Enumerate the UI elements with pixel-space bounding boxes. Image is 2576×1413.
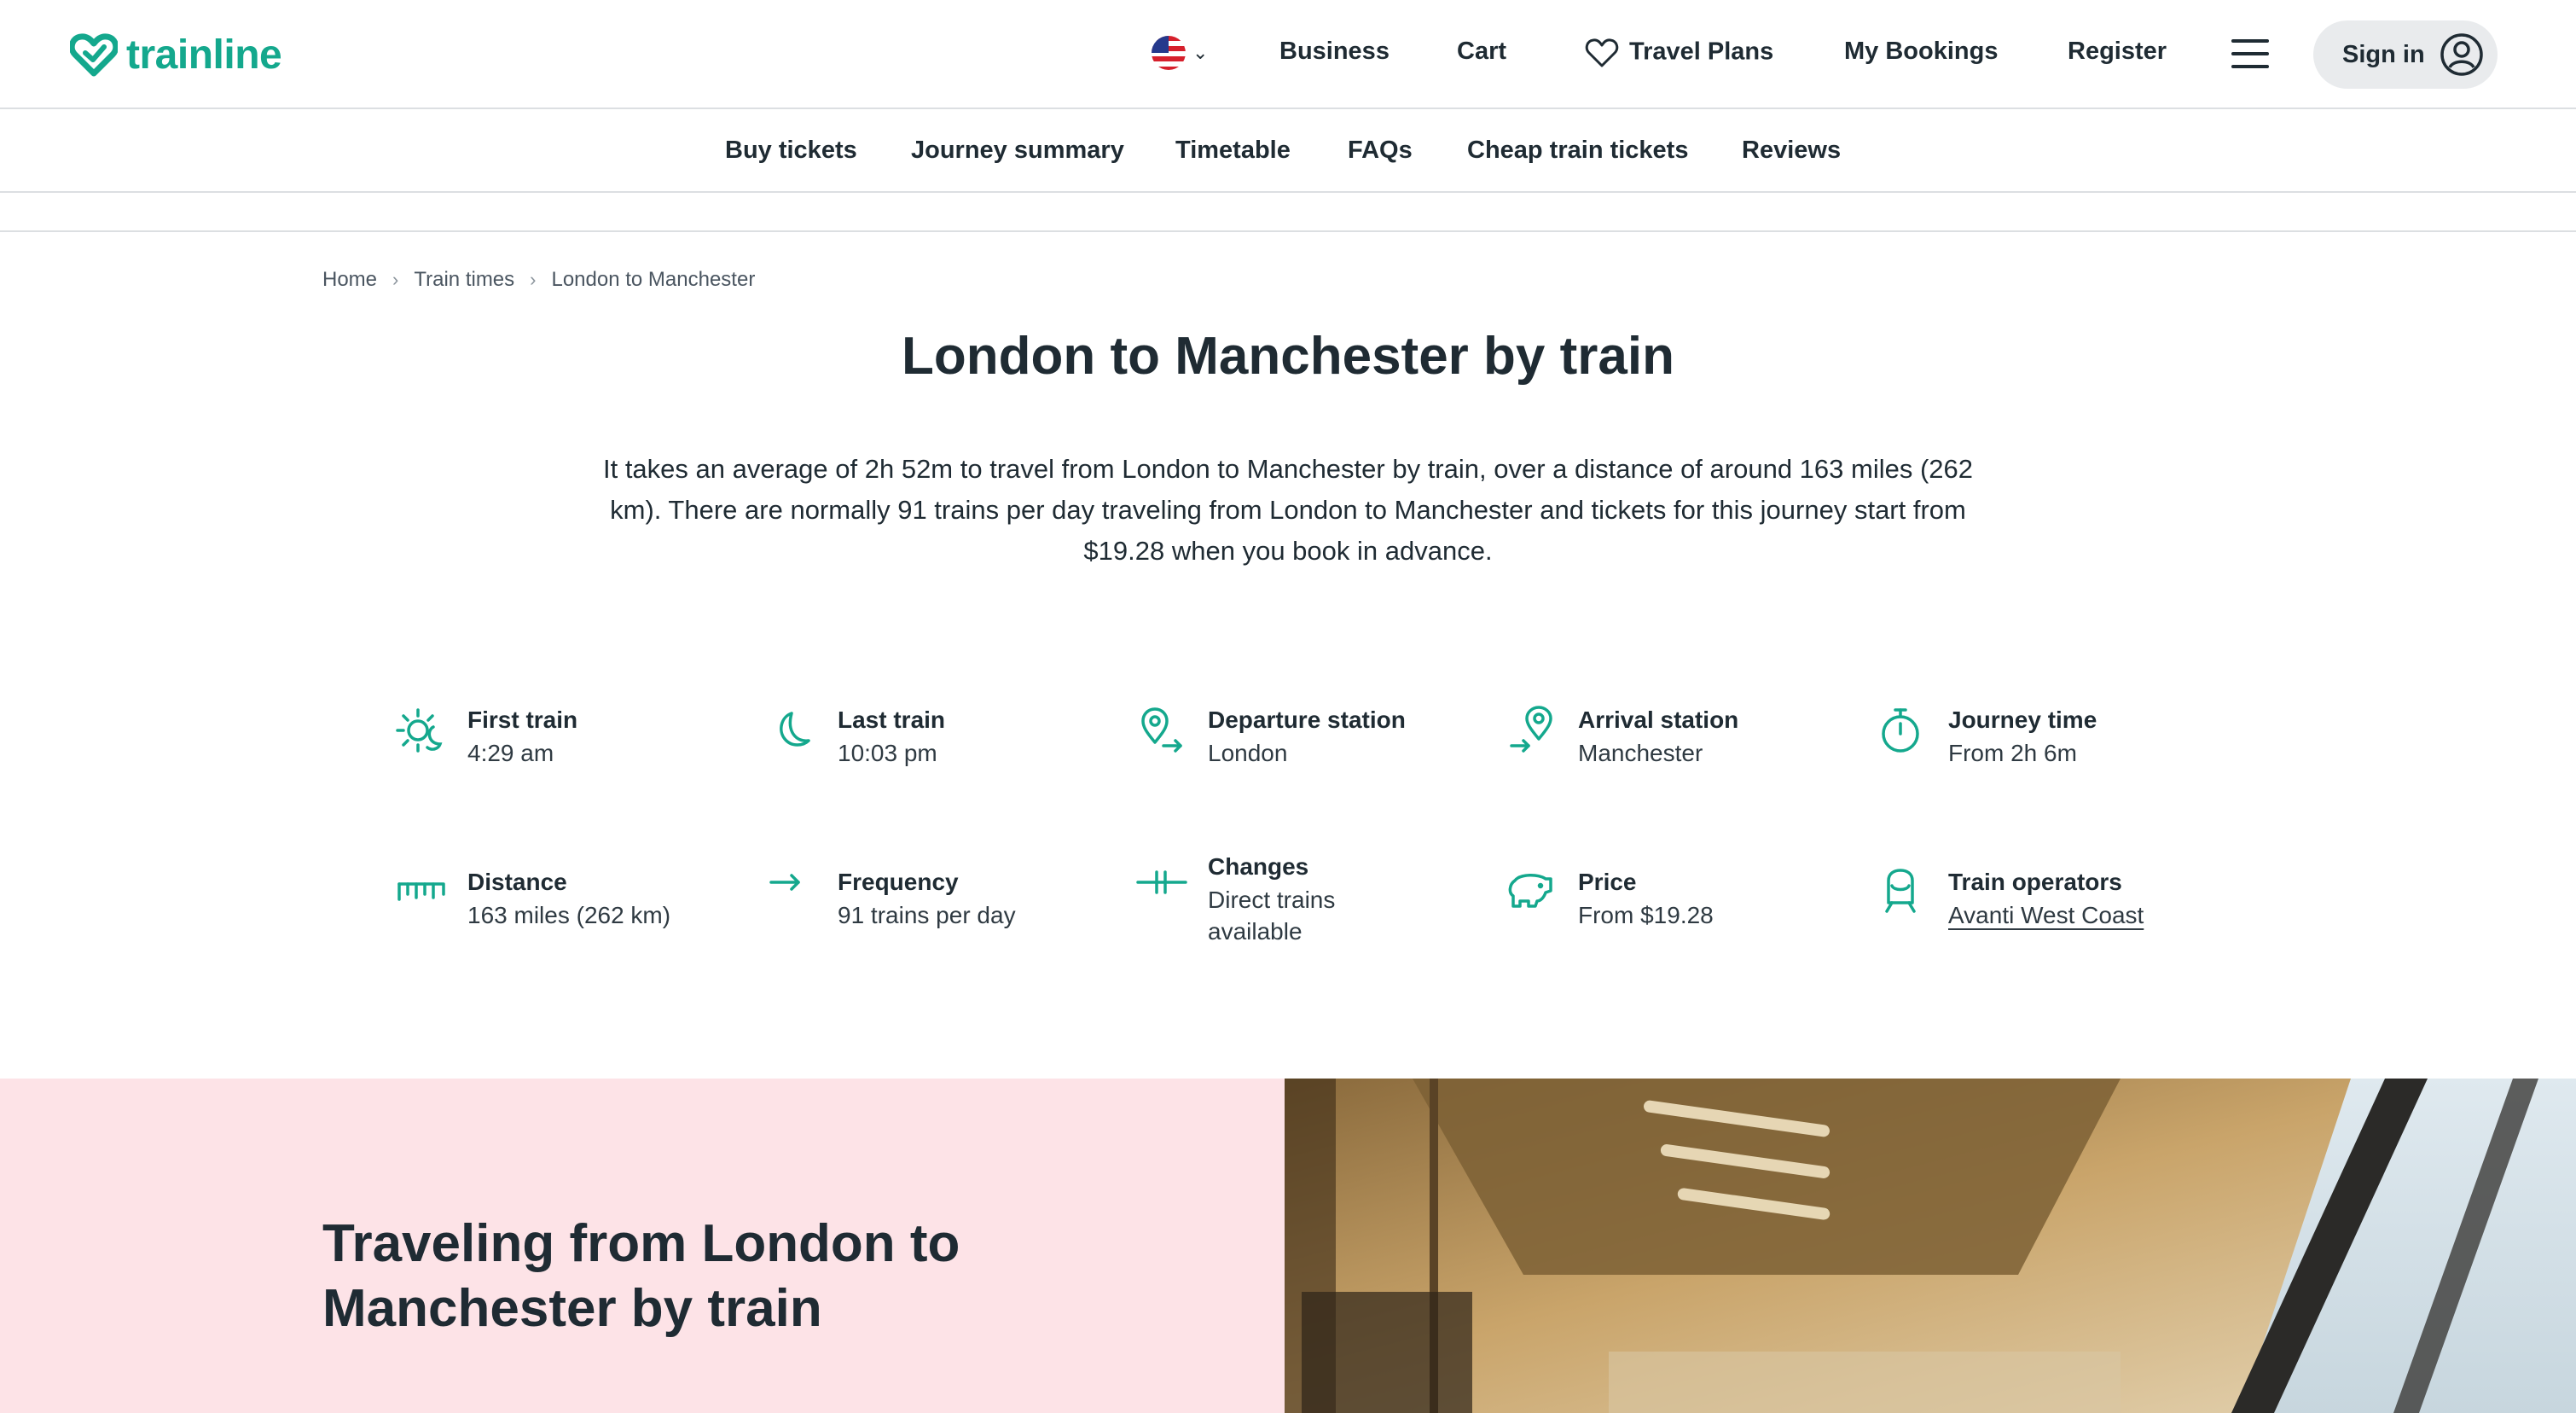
logo-text: trainline [126,32,282,78]
operator-link[interactable]: Avanti West Coast [1948,899,2144,931]
subnav-journey-summary[interactable]: Journey summary [911,137,1124,165]
arrival-pin-icon [1506,705,1558,756]
page-subnav: Buy tickets Journey summary Timetable FA… [0,111,2576,193]
sign-in-button[interactable]: Sign in [2313,20,2498,89]
hamburger-menu-icon[interactable] [2231,39,2269,68]
fact-value: 10:03 pm [838,740,937,766]
piggy-bank-icon [1506,867,1558,918]
subnav-cheap-train-tickets[interactable]: Cheap train tickets [1467,137,1688,165]
ruler-icon [396,867,447,918]
fact-label: Changes [1208,853,1309,880]
fact-value: From $19.28 [1578,902,1714,928]
user-avatar-icon [2440,33,2483,76]
chevron-down-icon: ⌄ [1192,42,1209,63]
subnav-timetable[interactable]: Timetable [1175,137,1291,165]
trainline-logo[interactable]: trainline [70,29,282,80]
subnav-buy-tickets[interactable]: Buy tickets [725,137,857,165]
breadcrumb: Home › Train times › London to Mancheste… [322,268,755,292]
fact-label: Train operators [1948,869,2122,895]
nav-travel-plans[interactable]: Travel Plans [1585,38,1773,68]
fact-label: Arrival station [1578,706,1739,733]
fact-value: 163 miles (262 km) [467,902,671,928]
heart-logo-icon [70,33,118,77]
moon-icon [766,705,817,756]
divider [0,230,2576,232]
section-title: Traveling from London to Manchester by t… [322,1214,960,1338]
fact-label: Price [1578,869,1637,895]
heart-icon [1585,38,1619,67]
stopwatch-icon [1877,705,1928,756]
page-title: London to Manchester by train [902,327,1674,386]
departure-pin-icon [1136,705,1187,756]
nav-register[interactable]: Register [2068,38,2167,66]
subnav-faqs[interactable]: FAQs [1348,137,1413,165]
subnav-reviews[interactable]: Reviews [1742,137,1841,165]
fact-value: From 2h 6m [1948,740,2077,766]
sun-moon-icon [396,705,447,756]
changes-icon [1136,865,1187,916]
arrow-right-icon [766,867,817,918]
fact-value: Direct trains available [1208,887,1336,945]
fact-value: Manchester [1578,740,1703,766]
nav-my-bookings[interactable]: My Bookings [1844,38,1998,66]
fact-label: Frequency [838,869,959,895]
breadcrumb-home[interactable]: Home [322,268,377,292]
fact-value: London [1208,740,1288,766]
breadcrumb-current: London to Manchester [551,268,756,291]
top-header: trainline ⌄ Business Cart Travel Plans M… [0,0,2576,109]
fact-label: Departure station [1208,706,1406,733]
fact-label: Journey time [1948,706,2097,733]
train-interior-photo [1285,1079,2576,1413]
locale-selector[interactable]: ⌄ [1152,36,1208,70]
chevron-right-icon: › [392,269,399,290]
intro-paragraph: It takes an average of 2h 52m to travel … [602,454,1974,566]
train-interior-image [1285,1079,2576,1413]
sign-in-label: Sign in [2342,40,2425,68]
nav-cart[interactable]: Cart [1457,38,1506,66]
us-flag-icon [1152,36,1186,70]
chevron-right-icon: › [530,269,537,290]
fact-value: 4:29 am [467,740,554,766]
fact-label: Last train [838,706,946,733]
nav-business[interactable]: Business [1279,38,1390,66]
fact-value: 91 trains per day [838,902,1016,928]
train-icon [1877,867,1928,918]
fact-label: Distance [467,869,567,895]
nav-travel-plans-label: Travel Plans [1629,38,1774,66]
breadcrumb-train-times[interactable]: Train times [414,268,514,292]
fact-label: First train [467,706,578,733]
